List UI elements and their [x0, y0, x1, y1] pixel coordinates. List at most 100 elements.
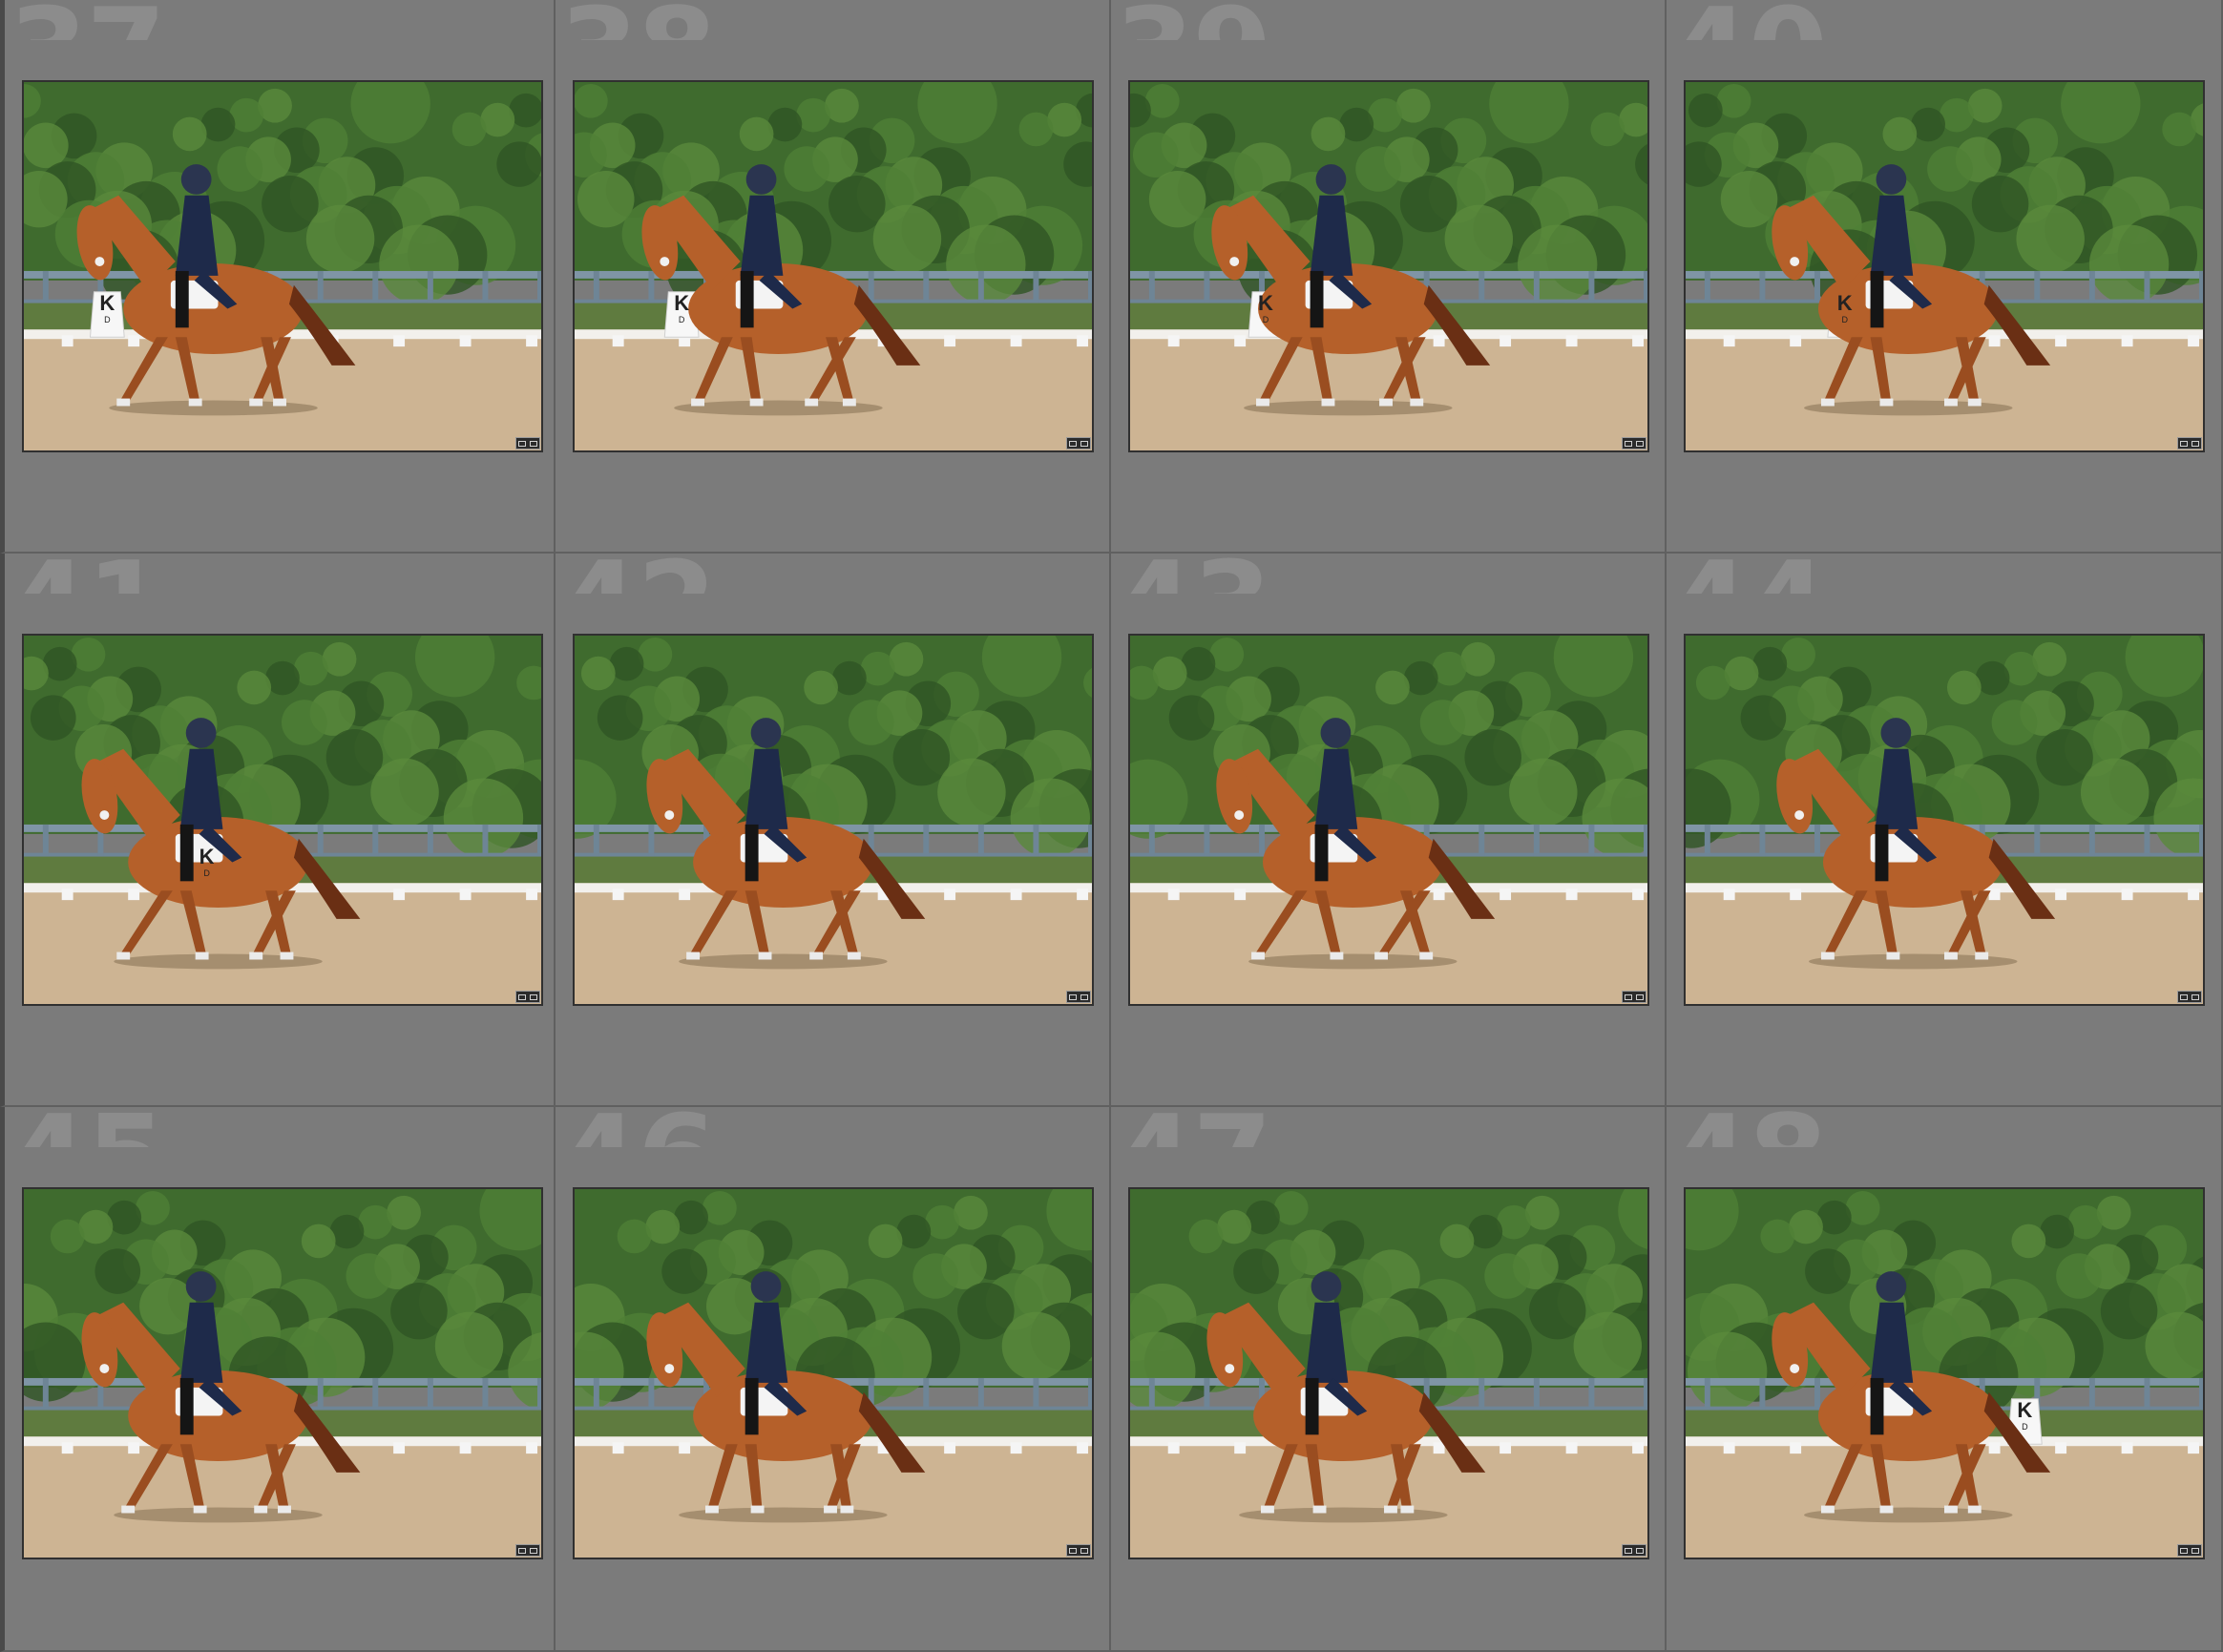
photo-thumbnail[interactable]: KD — [1128, 80, 1649, 452]
badge-square-icon — [1080, 440, 1088, 447]
grid-cell[interactable]: 46 — [556, 1107, 1111, 1652]
photo-thumbnail[interactable]: KD — [573, 80, 1094, 452]
cell-index-number: 38 — [559, 0, 715, 71]
grid-cell[interactable]: 39 K D — [1111, 0, 1667, 554]
badge-square-icon — [530, 1547, 537, 1554]
thumbnail-photo — [575, 636, 1092, 1004]
cell-index-number: 42 — [559, 554, 715, 624]
grid-cell[interactable]: 37 K D — [0, 0, 556, 554]
grid-cell[interactable]: 40 K D — [1667, 0, 2223, 554]
crop-badge-icon[interactable] — [515, 1544, 540, 1557]
arena-letter-marker: KD — [94, 290, 120, 324]
arena-letter: K — [1836, 290, 1853, 315]
crop-badge-icon[interactable] — [2177, 1544, 2202, 1557]
photo-thumbnail[interactable] — [22, 1187, 543, 1559]
crop-badge-icon[interactable] — [1622, 1544, 1646, 1557]
cell-index-number: 40 — [1670, 0, 1826, 71]
badge-square-icon — [2192, 993, 2199, 1000]
badge-square-icon — [1636, 993, 1644, 1000]
thumbnail-photo — [575, 1189, 1092, 1558]
photo-thumbnail[interactable] — [1684, 634, 2205, 1006]
badge-square-icon — [2180, 993, 2188, 1000]
badge-square-icon — [1069, 1547, 1077, 1554]
arena-letter-sub: D — [203, 868, 210, 878]
arena-letter-sub: D — [1262, 314, 1269, 324]
photo-thumbnail[interactable] — [573, 634, 1094, 1006]
photo-thumbnail[interactable] — [573, 1187, 1094, 1559]
grid-cell[interactable]: 38 K D — [556, 0, 1111, 554]
badge-square-icon — [1625, 1547, 1632, 1554]
grid-cell[interactable]: 43 — [1111, 554, 1667, 1107]
thumbnail-photo — [24, 82, 541, 450]
badge-square-icon — [1636, 440, 1644, 447]
thumbnail-photo — [1686, 82, 2203, 450]
thumbnail-photo — [575, 82, 1092, 450]
thumbnail-photo — [1130, 1189, 1647, 1558]
thumbnail-photo — [1130, 636, 1647, 1004]
badge-square-icon — [2192, 440, 2199, 447]
cell-index-number: 44 — [1670, 554, 1826, 624]
grid-cell[interactable]: 47 — [1111, 1107, 1667, 1652]
grid-cell[interactable]: 45 — [0, 1107, 556, 1652]
cell-index-number: 45 — [9, 1107, 164, 1178]
crop-badge-icon[interactable] — [1066, 1544, 1091, 1557]
cell-index-number: 37 — [9, 0, 164, 71]
arena-letter: K — [2017, 1397, 2033, 1422]
arena-letter: K — [99, 290, 115, 315]
grid-cell[interactable]: 48 K D — [1667, 1107, 2223, 1652]
badge-square-icon — [1636, 1547, 1644, 1554]
cell-index-number: 43 — [1115, 554, 1270, 624]
thumbnail-photo — [24, 1189, 541, 1558]
badge-square-icon — [1625, 440, 1632, 447]
crop-badge-icon[interactable] — [1066, 991, 1091, 1003]
arena-letter: K — [199, 844, 215, 868]
arena-letter-marker: KD — [1832, 290, 1858, 324]
photo-thumbnail[interactable]: KD — [22, 634, 543, 1006]
badge-square-icon — [1625, 993, 1632, 1000]
grid-cell[interactable]: 44 — [1667, 554, 2223, 1107]
crop-badge-icon[interactable] — [2177, 991, 2202, 1003]
badge-square-icon — [2180, 440, 2188, 447]
thumbnail-grid: 37 K D 38 K D 39 K D 40 K D 41 K D 42 43 44 45 46 47 48 K D — [0, 0, 2223, 1652]
arena-letter: K — [1257, 290, 1273, 315]
grid-cell[interactable]: 41 K D — [0, 554, 556, 1107]
crop-badge-icon[interactable] — [1622, 991, 1646, 1003]
thumbnail-photo — [24, 636, 541, 1004]
thumbnail-photo — [1686, 1189, 2203, 1558]
thumbnail-photo — [1686, 636, 2203, 1004]
badge-square-icon — [518, 440, 526, 447]
badge-square-icon — [1080, 1547, 1088, 1554]
arena-letter-sub: D — [104, 314, 111, 324]
crop-badge-icon[interactable] — [2177, 437, 2202, 450]
grid-cell[interactable]: 42 — [556, 554, 1111, 1107]
photo-thumbnail[interactable] — [1128, 1187, 1649, 1559]
badge-square-icon — [1080, 993, 1088, 1000]
cell-index-number: 48 — [1670, 1107, 1826, 1178]
cell-index-number: 47 — [1115, 1107, 1270, 1178]
arena-letter-sub: D — [1841, 314, 1849, 324]
badge-square-icon — [1069, 993, 1077, 1000]
photo-thumbnail[interactable]: KD — [1684, 1187, 2205, 1559]
badge-square-icon — [530, 440, 537, 447]
badge-square-icon — [2180, 1547, 2188, 1554]
badge-square-icon — [1069, 440, 1077, 447]
badge-square-icon — [518, 993, 526, 1000]
arena-letter-marker: KD — [1252, 290, 1279, 324]
photo-thumbnail[interactable]: KD — [22, 80, 543, 452]
cell-index-number: 39 — [1115, 0, 1270, 71]
badge-square-icon — [530, 993, 537, 1000]
photo-thumbnail[interactable]: KD — [1684, 80, 2205, 452]
badge-square-icon — [2192, 1547, 2199, 1554]
arena-letter-marker: KD — [194, 844, 220, 878]
arena-letter: K — [674, 290, 690, 315]
badge-square-icon — [518, 1547, 526, 1554]
arena-letter-sub: D — [2022, 1421, 2028, 1432]
crop-badge-icon[interactable] — [1622, 437, 1646, 450]
photo-thumbnail[interactable] — [1128, 634, 1649, 1006]
cell-index-number: 41 — [9, 554, 164, 624]
arena-letter-sub: D — [678, 314, 685, 324]
crop-badge-icon[interactable] — [1066, 437, 1091, 450]
arena-letter-marker: KD — [2011, 1397, 2038, 1432]
crop-badge-icon[interactable] — [515, 437, 540, 450]
crop-badge-icon[interactable] — [515, 991, 540, 1003]
